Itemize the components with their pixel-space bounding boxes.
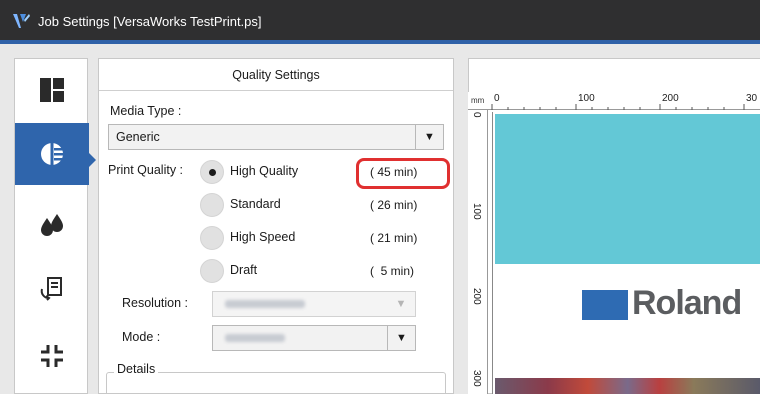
title-bar: Job Settings [VersaWorks TestPrint.ps] [0,0,760,44]
radio-high-quality[interactable] [200,160,224,184]
time-draft: ( 5 min) [370,264,415,278]
ruler-horizontal [468,92,760,110]
time-standard: ( 26 min) [370,198,418,212]
chevron-down-icon: ▼ [395,298,407,310]
active-pointer-arrow [88,152,96,168]
ruler-ticks [491,104,745,110]
sidebar-item-color[interactable] [15,257,89,319]
option-label-high-speed: High Speed [230,230,296,244]
preview-cyan-area [495,114,760,264]
ruler-top-tick: 0 [494,93,500,104]
media-type-value: Generic [116,130,160,144]
option-label-draft: Draft [230,263,258,277]
sidebar-item-ink[interactable] [15,193,89,255]
media-type-label: Media Type : [110,104,182,118]
ruler-top-tick: 30 [746,93,758,104]
resolution-select: ▼ [212,291,416,317]
roland-logo-text: Roland [632,284,742,322]
radio-high-speed[interactable] [200,226,224,250]
layout-icon [40,78,64,102]
print-quality-label: Print Quality : [108,163,184,177]
mode-select[interactable]: ▼ [212,325,416,351]
window-title: Job Settings [VersaWorks TestPrint.ps] [38,14,262,29]
resolution-label: Resolution : [122,296,189,310]
ruler-top-tick: 200 [662,93,679,104]
color-management-icon [40,277,62,301]
ruler-left-tick: 100 [471,203,482,220]
media-type-select[interactable]: Generic ▼ [108,124,444,150]
settings-sidebar [14,58,89,394]
sidebar-item-cut[interactable] [15,325,89,387]
chevron-down-icon[interactable]: ▼ [415,125,443,149]
ruler-left-tick: 300 [471,370,482,387]
sidebar-item-layout[interactable] [15,59,89,121]
app-logo-icon [13,14,30,28]
preview-photo-strip [495,378,760,394]
ruler-vertical [468,110,488,394]
highlight-annotation [356,158,450,189]
ruler-left-tick: 200 [471,288,482,305]
radio-standard[interactable] [200,193,224,217]
ruler-unit: mm [471,96,485,105]
blurred-value [225,300,305,308]
mode-label: Mode : [122,330,161,344]
roland-logo-mark [582,290,628,320]
details-label: Details [114,362,159,376]
panel-title: Quality Settings [99,59,453,91]
sidebar-item-quality[interactable] [15,123,89,185]
time-high-speed: ( 21 min) [370,231,418,245]
chevron-down-icon[interactable]: ▼ [387,326,415,350]
blurred-value [225,334,285,342]
ruler-left-tick: 0 [471,112,482,118]
ink-drops-icon [41,214,63,236]
option-label-standard: Standard [230,197,281,211]
ruler-top-tick: 100 [578,93,595,104]
option-label-high-quality: High Quality [230,164,299,178]
quality-icon [41,142,64,166]
cut-marks-icon [41,345,63,367]
radio-draft[interactable] [200,259,224,283]
